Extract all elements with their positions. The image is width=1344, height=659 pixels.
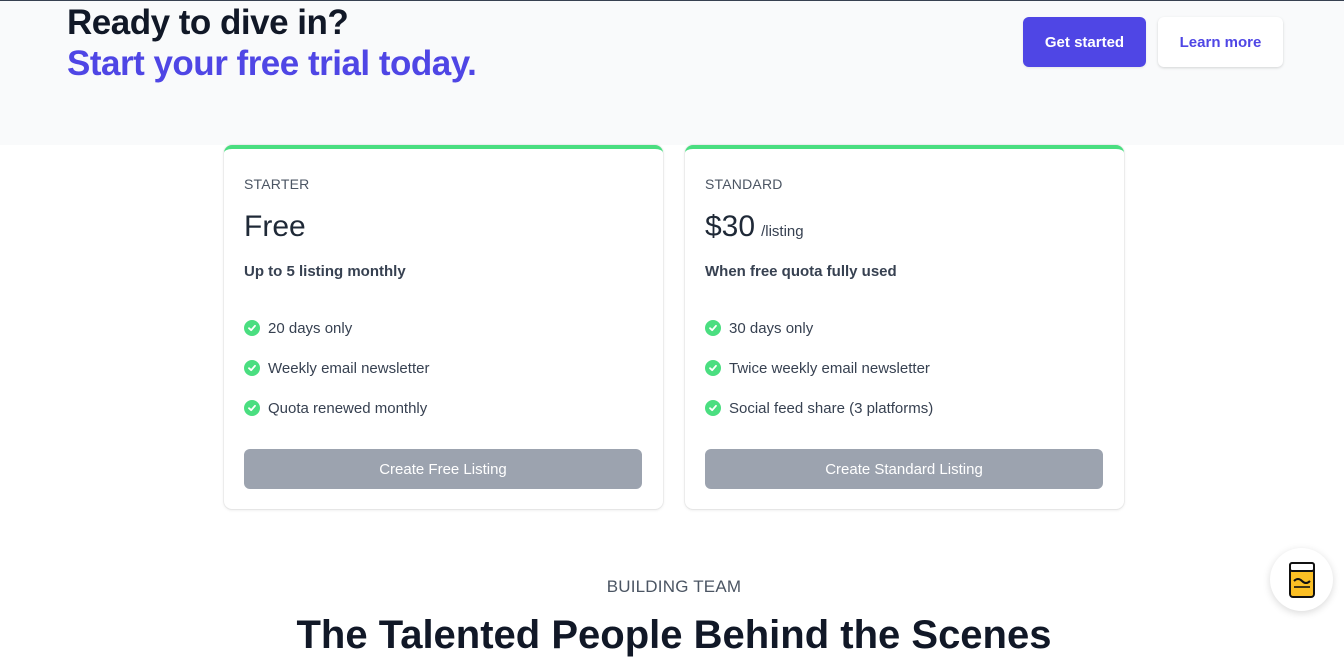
learn-more-button[interactable]: Learn more bbox=[1158, 17, 1283, 67]
feature-item: Twice weekly email newsletter bbox=[705, 358, 933, 378]
feature-item: Weekly email newsletter bbox=[244, 358, 429, 378]
price-value: Free bbox=[244, 210, 306, 243]
price-unit: /listing bbox=[761, 223, 804, 240]
feature-item: 20 days only bbox=[244, 318, 429, 338]
check-circle-icon bbox=[244, 360, 260, 376]
feature-item: Quota renewed monthly bbox=[244, 398, 429, 418]
check-circle-icon bbox=[705, 360, 721, 376]
plan-price: $30/listing bbox=[705, 209, 804, 250]
check-circle-icon bbox=[705, 320, 721, 336]
get-started-button[interactable]: Get started bbox=[1023, 17, 1146, 67]
create-standard-listing-button[interactable]: Create Standard Listing bbox=[705, 449, 1103, 489]
check-circle-icon bbox=[244, 400, 260, 416]
buy-me-a-beer-icon bbox=[1288, 561, 1315, 598]
plan-description: Up to 5 listing monthly bbox=[244, 263, 406, 280]
feature-label: Quota renewed monthly bbox=[268, 399, 428, 417]
feature-item: 30 days only bbox=[705, 318, 933, 338]
cta-subtitle: Start your free trial today. bbox=[67, 44, 477, 83]
cta-title: Ready to dive in? bbox=[67, 3, 349, 42]
feature-label: Twice weekly email newsletter bbox=[729, 359, 930, 377]
buy-me-a-beer-button[interactable] bbox=[1270, 548, 1333, 611]
feature-list: 20 days only Weekly email newsletter Quo… bbox=[244, 318, 429, 438]
plan-tier: STANDARD bbox=[705, 176, 783, 192]
feature-label: Weekly email newsletter bbox=[268, 359, 430, 377]
plan-price: Free bbox=[244, 209, 306, 245]
pricing-card-standard: STANDARD $30/listing When free quota ful… bbox=[685, 145, 1124, 509]
feature-label: Social feed share (3 platforms) bbox=[729, 399, 934, 417]
section-eyebrow: BUILDING TEAM bbox=[606, 577, 742, 596]
create-free-listing-button[interactable]: Create Free Listing bbox=[244, 449, 642, 489]
feature-list: 30 days only Twice weekly email newslett… bbox=[705, 318, 933, 438]
check-circle-icon bbox=[705, 400, 721, 416]
feature-item: Social feed share (3 platforms) bbox=[705, 398, 933, 418]
plan-tier: STARTER bbox=[244, 176, 310, 192]
feature-label: 30 days only bbox=[729, 319, 814, 337]
cta-section: Ready to dive in? Start your free trial … bbox=[0, 1, 1344, 145]
plan-description: When free quota fully used bbox=[705, 263, 897, 280]
feature-label: 20 days only bbox=[268, 319, 353, 337]
section-heading: The Talented People Behind the Scenes bbox=[296, 613, 1052, 657]
pricing-card-starter: STARTER Free Up to 5 listing monthly 20 … bbox=[224, 145, 663, 509]
check-circle-icon bbox=[244, 320, 260, 336]
price-value: $30 bbox=[705, 210, 756, 243]
